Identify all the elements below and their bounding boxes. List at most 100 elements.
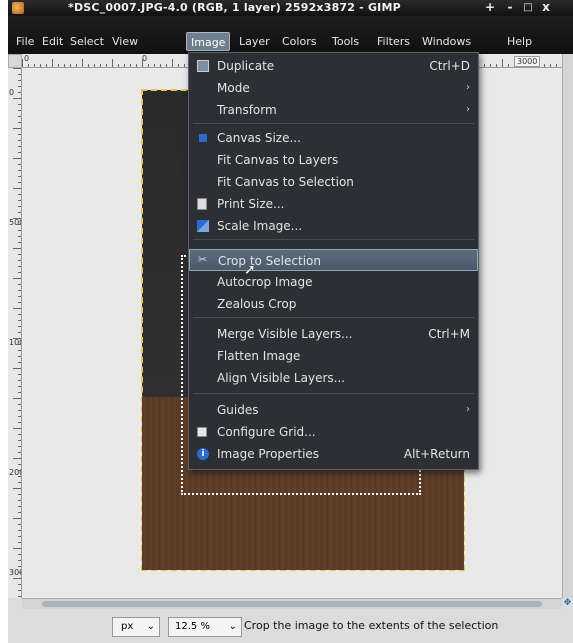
ruler-tick bbox=[94, 64, 95, 67]
ruler-tick bbox=[18, 356, 21, 357]
minimize-button[interactable]: - bbox=[502, 0, 518, 16]
ruler-tick bbox=[13, 278, 21, 279]
ruler-tick bbox=[18, 272, 21, 273]
menu-item-crop-to-selection[interactable]: ✂ Crop to Selection bbox=[189, 249, 478, 271]
ruler-tick bbox=[18, 410, 21, 411]
ruler-tick bbox=[556, 64, 557, 67]
ruler-tick bbox=[18, 212, 21, 213]
ruler-tick bbox=[13, 338, 21, 339]
unit-select[interactable]: px ⌄ bbox=[112, 617, 160, 637]
menu-item-duplicate[interactable]: Duplicate Ctrl+D bbox=[189, 55, 478, 77]
menu-item-scale-image[interactable]: Scale Image... bbox=[189, 215, 478, 237]
ruler-tick bbox=[484, 64, 485, 67]
ruler-tick bbox=[18, 572, 21, 573]
menu-item-zealous-crop[interactable]: Zealous Crop bbox=[189, 293, 478, 315]
ruler-label: 3000 bbox=[514, 56, 541, 67]
zoom-select[interactable]: 12.5 % ⌄ bbox=[168, 617, 242, 637]
ruler-label: 0 bbox=[24, 54, 30, 63]
menu-help[interactable]: Help bbox=[503, 32, 536, 51]
navigate-icon[interactable]: ✥ bbox=[562, 598, 573, 609]
menu-item-guides[interactable]: Guides › bbox=[189, 399, 478, 421]
close-button[interactable]: x bbox=[538, 0, 554, 16]
gimp-app-icon[interactable] bbox=[12, 2, 24, 14]
menu-edit[interactable]: Edit bbox=[38, 32, 67, 51]
menu-file[interactable]: File bbox=[12, 32, 38, 51]
ruler-tick bbox=[18, 482, 21, 483]
ruler-tick bbox=[18, 452, 21, 453]
ruler-tick bbox=[18, 446, 21, 447]
ruler-tick bbox=[18, 206, 21, 207]
menu-item-label: Fit Canvas to Selection bbox=[217, 175, 354, 189]
ruler-tick bbox=[18, 392, 21, 393]
ruler-tick bbox=[18, 524, 21, 525]
ruler-tick bbox=[13, 248, 21, 249]
menu-separator bbox=[193, 123, 474, 124]
vertical-scrollbar[interactable] bbox=[562, 54, 573, 598]
status-message: Crop the image to the extents of the sel… bbox=[244, 619, 499, 632]
ruler-tick bbox=[18, 146, 21, 147]
menu-bar: File Edit Select View Image Layer Colors… bbox=[8, 16, 573, 54]
ruler-tick bbox=[502, 59, 503, 67]
zoom-value: 12.5 % bbox=[175, 621, 210, 632]
menu-item-label: Mode bbox=[217, 81, 250, 95]
ruler-tick bbox=[18, 362, 21, 363]
ruler-tick bbox=[490, 64, 491, 67]
menu-item-configure-grid[interactable]: Configure Grid... bbox=[189, 421, 478, 443]
ruler-tick bbox=[18, 164, 21, 165]
ruler-tick bbox=[18, 332, 21, 333]
ruler-tick bbox=[18, 290, 21, 291]
vertical-ruler[interactable]: 0 500 1000 2000 3000 bbox=[8, 68, 22, 598]
menu-item-autocrop-image[interactable]: Autocrop Image bbox=[189, 271, 478, 293]
menu-colors[interactable]: Colors bbox=[278, 32, 320, 51]
ruler-tick bbox=[18, 170, 21, 171]
ruler-tick bbox=[13, 128, 21, 129]
menu-item-align-visible-layers[interactable]: Align Visible Layers... bbox=[189, 367, 478, 389]
ruler-tick bbox=[18, 176, 21, 177]
submenu-arrow-icon: › bbox=[466, 104, 470, 115]
window-title: *DSC_0007.JPG-4.0 (RGB, 1 layer) 2592x38… bbox=[68, 1, 401, 14]
menu-select[interactable]: Select bbox=[66, 32, 108, 51]
menu-item-flatten-image[interactable]: Flatten Image bbox=[189, 345, 478, 367]
menu-item-transform[interactable]: Transform › bbox=[189, 99, 478, 121]
ruler-tick bbox=[18, 200, 21, 201]
menu-item-merge-visible-layers[interactable]: Merge Visible Layers... Ctrl+M bbox=[189, 323, 478, 345]
ruler-tick bbox=[18, 512, 21, 513]
unit-value: px bbox=[121, 621, 134, 632]
shortcut-label: Alt+Return bbox=[403, 447, 470, 461]
scroll-thumb[interactable] bbox=[42, 601, 542, 607]
ruler-tick bbox=[106, 64, 107, 67]
mouse-cursor-icon: ➚ bbox=[244, 262, 256, 278]
ruler-tick bbox=[130, 64, 131, 67]
menu-filters[interactable]: Filters bbox=[373, 32, 414, 51]
menu-image[interactable]: Image bbox=[186, 32, 231, 51]
menu-windows[interactable]: Windows bbox=[418, 32, 475, 51]
ruler-tick bbox=[18, 224, 21, 225]
ruler-tick bbox=[52, 59, 53, 67]
menu-item-fit-canvas-to-selection[interactable]: Fit Canvas to Selection bbox=[189, 171, 478, 193]
ruler-tick bbox=[13, 518, 21, 519]
menu-tools[interactable]: Tools bbox=[328, 32, 363, 51]
menu-item-mode[interactable]: Mode › bbox=[189, 77, 478, 99]
maximize-button[interactable]: □ bbox=[520, 0, 536, 16]
menu-layer[interactable]: Layer bbox=[235, 32, 274, 51]
horizontal-scrollbar[interactable] bbox=[22, 598, 562, 609]
menu-item-fit-canvas-to-layers[interactable]: Fit Canvas to Layers bbox=[189, 149, 478, 171]
menu-item-image-properties[interactable]: i Image Properties Alt+Return bbox=[189, 443, 478, 465]
image-menu-dropdown: Duplicate Ctrl+D Mode › Transform › Canv… bbox=[188, 52, 479, 470]
ruler-tick bbox=[13, 158, 21, 159]
menu-item-print-size[interactable]: Print Size... bbox=[189, 193, 478, 215]
ruler-label: 500 bbox=[9, 218, 21, 227]
ruler-tick bbox=[18, 302, 21, 303]
ruler-tick bbox=[18, 440, 21, 441]
title-bar: *DSC_0007.JPG-4.0 (RGB, 1 layer) 2592x38… bbox=[8, 0, 573, 16]
menu-item-label: Duplicate bbox=[217, 59, 275, 73]
ruler-tick bbox=[172, 59, 173, 67]
menu-view[interactable]: View bbox=[108, 32, 142, 51]
plus-button[interactable]: + bbox=[482, 0, 498, 16]
ruler-tick bbox=[18, 374, 21, 375]
menu-item-canvas-size[interactable]: Canvas Size... bbox=[189, 127, 478, 149]
ruler-corner-button[interactable] bbox=[8, 54, 22, 68]
ruler-tick bbox=[508, 64, 509, 67]
chevron-down-icon: ⌄ bbox=[228, 621, 237, 632]
ruler-tick bbox=[18, 434, 21, 435]
